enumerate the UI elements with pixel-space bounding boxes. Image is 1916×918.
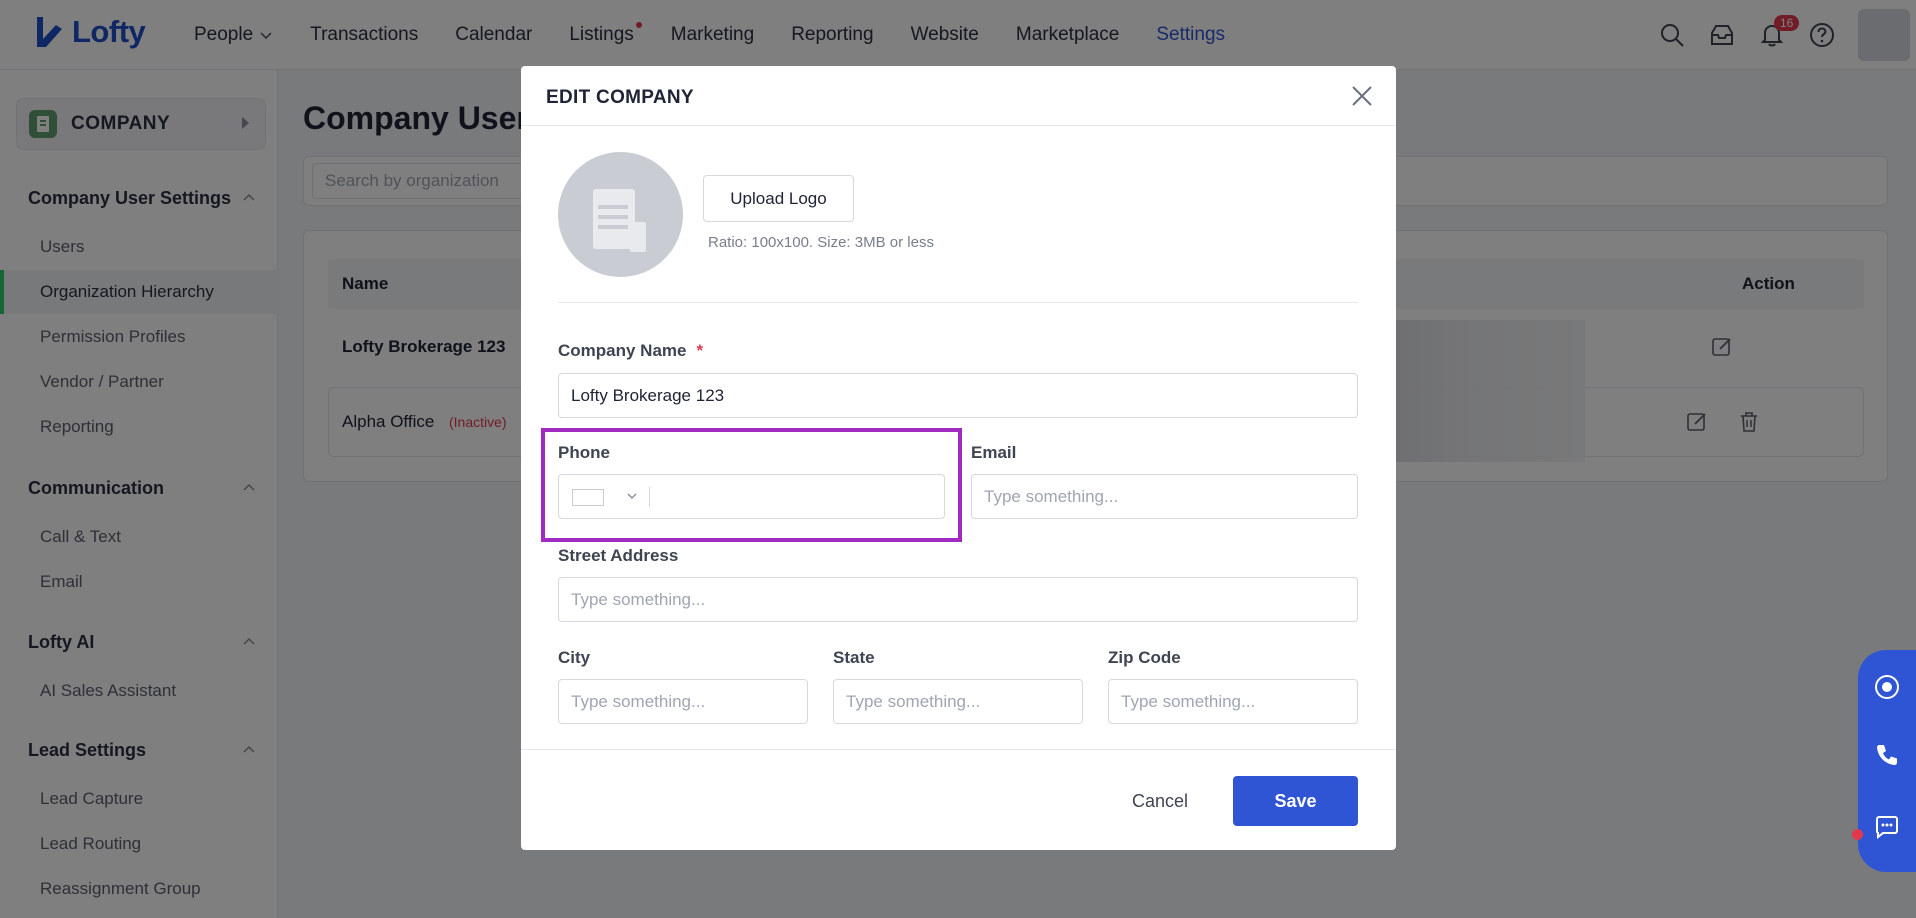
zip-code-label: Zip Code xyxy=(1108,648,1181,667)
save-button[interactable]: Save xyxy=(1233,776,1358,826)
street-address-label: Street Address xyxy=(558,546,679,565)
chevron-down-icon[interactable] xyxy=(626,490,638,502)
phone-field xyxy=(558,474,945,519)
divider xyxy=(558,302,1358,303)
phone-label: Phone xyxy=(558,443,610,462)
state-label: State xyxy=(833,648,875,667)
state-input[interactable] xyxy=(833,679,1083,724)
phone-separator xyxy=(649,487,650,507)
street-address-input[interactable] xyxy=(558,577,1358,622)
edit-company-modal: EDIT COMPANY Upload Logo Ratio: 100x100.… xyxy=(521,66,1396,850)
company-logo-placeholder xyxy=(558,152,683,277)
company-name-label: Company Name * xyxy=(558,341,703,361)
city-input[interactable] xyxy=(558,679,808,724)
phone-icon[interactable] xyxy=(1874,742,1900,768)
city-label: City xyxy=(558,648,591,667)
email-input[interactable] xyxy=(971,474,1358,519)
company-name-input[interactable] xyxy=(558,373,1358,418)
close-icon[interactable] xyxy=(1350,84,1374,108)
modal-header: EDIT COMPANY xyxy=(521,66,1396,126)
floating-toolbar xyxy=(1858,650,1916,872)
phone-input[interactable] xyxy=(654,477,939,516)
cancel-button[interactable]: Cancel xyxy=(1105,776,1215,826)
required-asterisk: * xyxy=(696,341,704,360)
modal-title: EDIT COMPANY xyxy=(546,87,694,108)
country-flag[interactable] xyxy=(572,489,604,506)
assistant-icon[interactable] xyxy=(1874,674,1900,700)
logo-ratio-hint: Ratio: 100x100. Size: 3MB or less xyxy=(708,234,934,251)
modal-footer-divider xyxy=(521,749,1396,750)
email-label: Email xyxy=(971,443,1017,462)
company-name-label-text: Company Name xyxy=(558,341,687,360)
document-icon xyxy=(593,189,646,252)
upload-logo-button[interactable]: Upload Logo xyxy=(703,175,854,222)
zip-code-input[interactable] xyxy=(1108,679,1358,724)
chat-icon[interactable] xyxy=(1874,814,1900,840)
notification-dot xyxy=(1852,829,1863,840)
